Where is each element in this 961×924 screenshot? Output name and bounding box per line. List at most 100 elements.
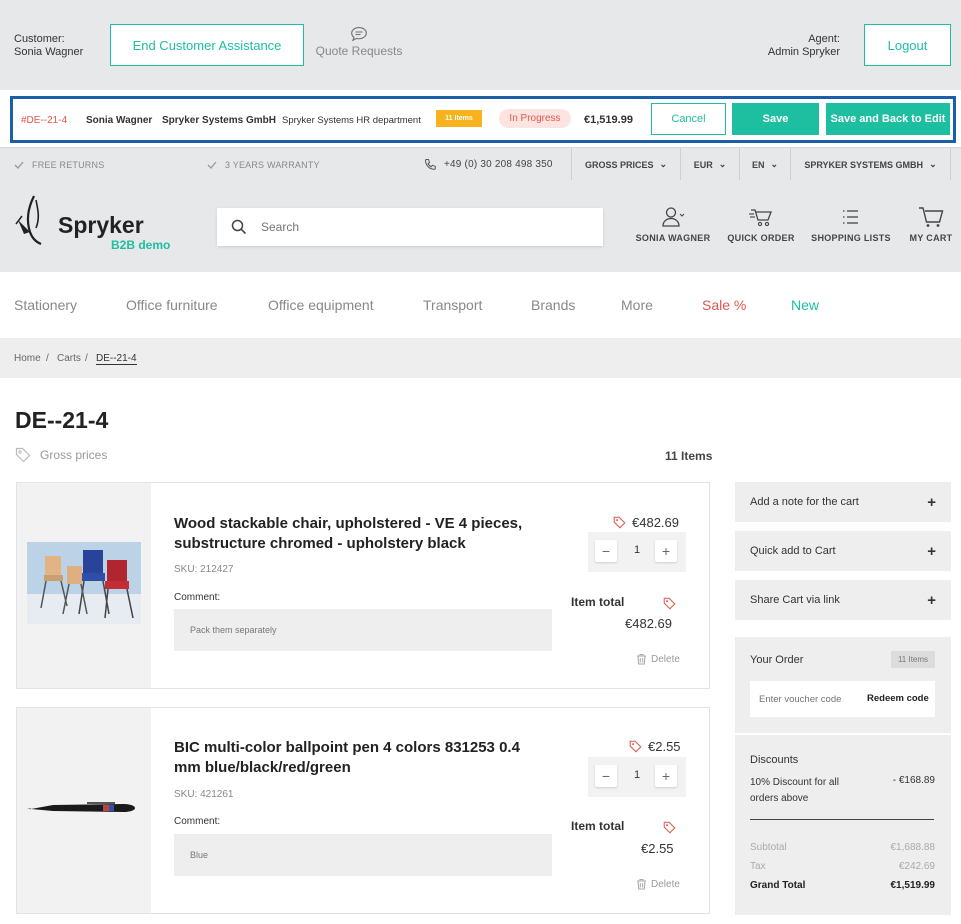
delete-label: Delete: [651, 878, 680, 890]
user-icon: [662, 207, 685, 227]
my-cart-link[interactable]: MY CART: [908, 206, 954, 243]
end-customer-assistance-button[interactable]: End Customer Assistance: [110, 24, 304, 66]
tag-icon: [613, 516, 626, 529]
price-mode-text: Gross prices: [40, 448, 108, 462]
phone-icon: [424, 159, 436, 170]
item-total-label: Item total: [571, 595, 625, 609]
currency-select[interactable]: EUR ⌄: [680, 148, 739, 181]
quote-id[interactable]: #DE--21-4: [21, 115, 67, 126]
search-input[interactable]: [261, 217, 581, 237]
nav-item-office-equipment[interactable]: Office equipment: [268, 297, 374, 313]
breadcrumb-carts[interactable]: Carts: [57, 353, 81, 364]
discount-name: 10% Discount for all orders above: [750, 777, 839, 804]
product-image[interactable]: [17, 483, 151, 688]
chat-icon: [351, 26, 367, 42]
save-button[interactable]: Save: [732, 103, 819, 135]
tax-label: Tax: [750, 861, 766, 872]
check-icon: [207, 161, 217, 169]
comment-field[interactable]: Blue: [174, 834, 552, 876]
company-select[interactable]: SPRYKER SYSTEMS GMBH ⌄: [790, 148, 951, 181]
nav-item-transport[interactable]: Transport: [423, 297, 482, 313]
logo-name: Spryker: [58, 212, 144, 238]
delete-label: Delete: [651, 653, 680, 665]
free-returns-label: FREE RETURNS: [32, 159, 105, 170]
cart-item: Wood stackable chair, upholstered - VE 4…: [16, 482, 710, 689]
nav-item-stationery[interactable]: Stationery: [14, 297, 77, 313]
trash-icon: [637, 653, 646, 665]
item-count: 11 Items: [665, 449, 713, 463]
quote-business-unit: Spryker Systems HR department: [282, 115, 421, 126]
user-menu[interactable]: SONIA WAGNER: [636, 206, 710, 243]
product-title[interactable]: BIC multi-color ballpoint pen 4 colors 8…: [174, 738, 544, 778]
divider: [750, 819, 934, 820]
save-and-back-button[interactable]: Save and Back to Edit: [826, 103, 950, 135]
logout-button[interactable]: Logout: [864, 24, 951, 66]
add-note-label: Add a note for the cart: [750, 496, 859, 508]
price-mode-indicator: Gross prices: [15, 447, 107, 463]
subtotal-label: Subtotal: [750, 842, 787, 853]
nav-item-sale[interactable]: Sale %: [702, 297, 746, 313]
cart-item: BIC multi-color ballpoint pen 4 colors 8…: [16, 707, 710, 914]
my-cart-label: MY CART: [909, 233, 953, 243]
chevron-down-icon: ⌄: [659, 159, 668, 169]
nav-item-new[interactable]: New: [791, 297, 819, 313]
plus-icon: +: [927, 591, 936, 609]
quantity-stepper: − 1 +: [588, 532, 686, 572]
comment-field[interactable]: Pack them separately: [174, 609, 552, 651]
unit-price: €2.55: [629, 739, 681, 754]
price-mode-select[interactable]: GROSS PRICES ⌄: [571, 148, 680, 181]
add-note-toggle[interactable]: Add a note for the cart +: [735, 482, 951, 522]
cart-icon: [919, 207, 944, 227]
breadcrumb-home[interactable]: Home: [14, 353, 41, 364]
language-select[interactable]: EN ⌄: [739, 148, 790, 181]
shopping-lists-link[interactable]: SHOPPING LISTS: [811, 206, 891, 243]
agent-bar: Customer: Sonia Wagner End Customer Assi…: [0, 0, 961, 90]
comment-label: Comment:: [174, 816, 221, 827]
delete-button[interactable]: Delete: [636, 653, 680, 665]
quantity-stepper: − 1 +: [588, 757, 686, 797]
comment-label: Comment:: [174, 592, 221, 603]
breadcrumb-current: DE--21-4: [96, 353, 137, 365]
site-header: Spryker B2B demo SONIA WAGNER QUICK ORDE…: [0, 180, 961, 272]
phone[interactable]: +49 (0) 30 208 498 350: [424, 148, 553, 181]
share-cart-toggle[interactable]: Share Cart via link +: [735, 580, 951, 620]
quick-add-label: Quick add to Cart: [750, 545, 836, 557]
breadcrumb: Home / Carts / DE--21-4: [0, 338, 961, 378]
chevron-down-icon: ⌄: [929, 159, 937, 169]
quote-requests-link[interactable]: Quote Requests: [313, 26, 405, 58]
search-box: [217, 208, 603, 246]
chevron-down-icon: ⌄: [718, 159, 727, 169]
plus-icon: +: [927, 493, 936, 511]
agent-label: Agent:: [808, 33, 840, 45]
search-icon[interactable]: [231, 219, 247, 235]
warranty-label: 3 YEARS WARRANTY: [225, 159, 320, 170]
customer-label: Customer:: [14, 33, 65, 45]
increase-button[interactable]: +: [655, 540, 677, 562]
tag-icon: [663, 821, 676, 834]
delete-button[interactable]: Delete: [636, 878, 680, 890]
logo[interactable]: Spryker B2B demo: [14, 194, 184, 254]
item-total-label: Item total: [571, 819, 625, 833]
language-label: EN: [751, 159, 765, 170]
item-total-value: €482.69: [625, 616, 672, 631]
quick-add-toggle[interactable]: Quick add to Cart +: [735, 531, 951, 571]
cancel-button[interactable]: Cancel: [651, 103, 726, 135]
tax-value: €242.69: [898, 861, 935, 872]
nav-item-more[interactable]: More: [621, 297, 653, 313]
company-label: SPRYKER SYSTEMS GMBH: [804, 159, 924, 170]
increase-button[interactable]: +: [655, 765, 677, 787]
quote-requests-label: Quote Requests: [315, 44, 403, 58]
discounts-title: Discounts: [750, 754, 799, 766]
product-title[interactable]: Wood stackable chair, upholstered - VE 4…: [174, 514, 544, 554]
voucher-input[interactable]: [759, 690, 864, 708]
item-total-value: €2.55: [641, 841, 674, 856]
info-strip: FREE RETURNS 3 YEARS WARRANTY +49 (0) 30…: [0, 147, 961, 181]
quick-order-icon: [749, 209, 772, 227]
product-image[interactable]: [17, 708, 151, 913]
nav-item-brands[interactable]: Brands: [531, 297, 575, 313]
logo-sub: B2B demo: [111, 238, 171, 252]
nav-item-office-furniture[interactable]: Office furniture: [126, 297, 218, 313]
quick-order-link[interactable]: QUICK ORDER: [727, 206, 794, 243]
redeem-code-button[interactable]: Redeem code: [867, 693, 929, 704]
order-totals-box: Discounts 10% Discount for all orders ab…: [735, 735, 951, 915]
